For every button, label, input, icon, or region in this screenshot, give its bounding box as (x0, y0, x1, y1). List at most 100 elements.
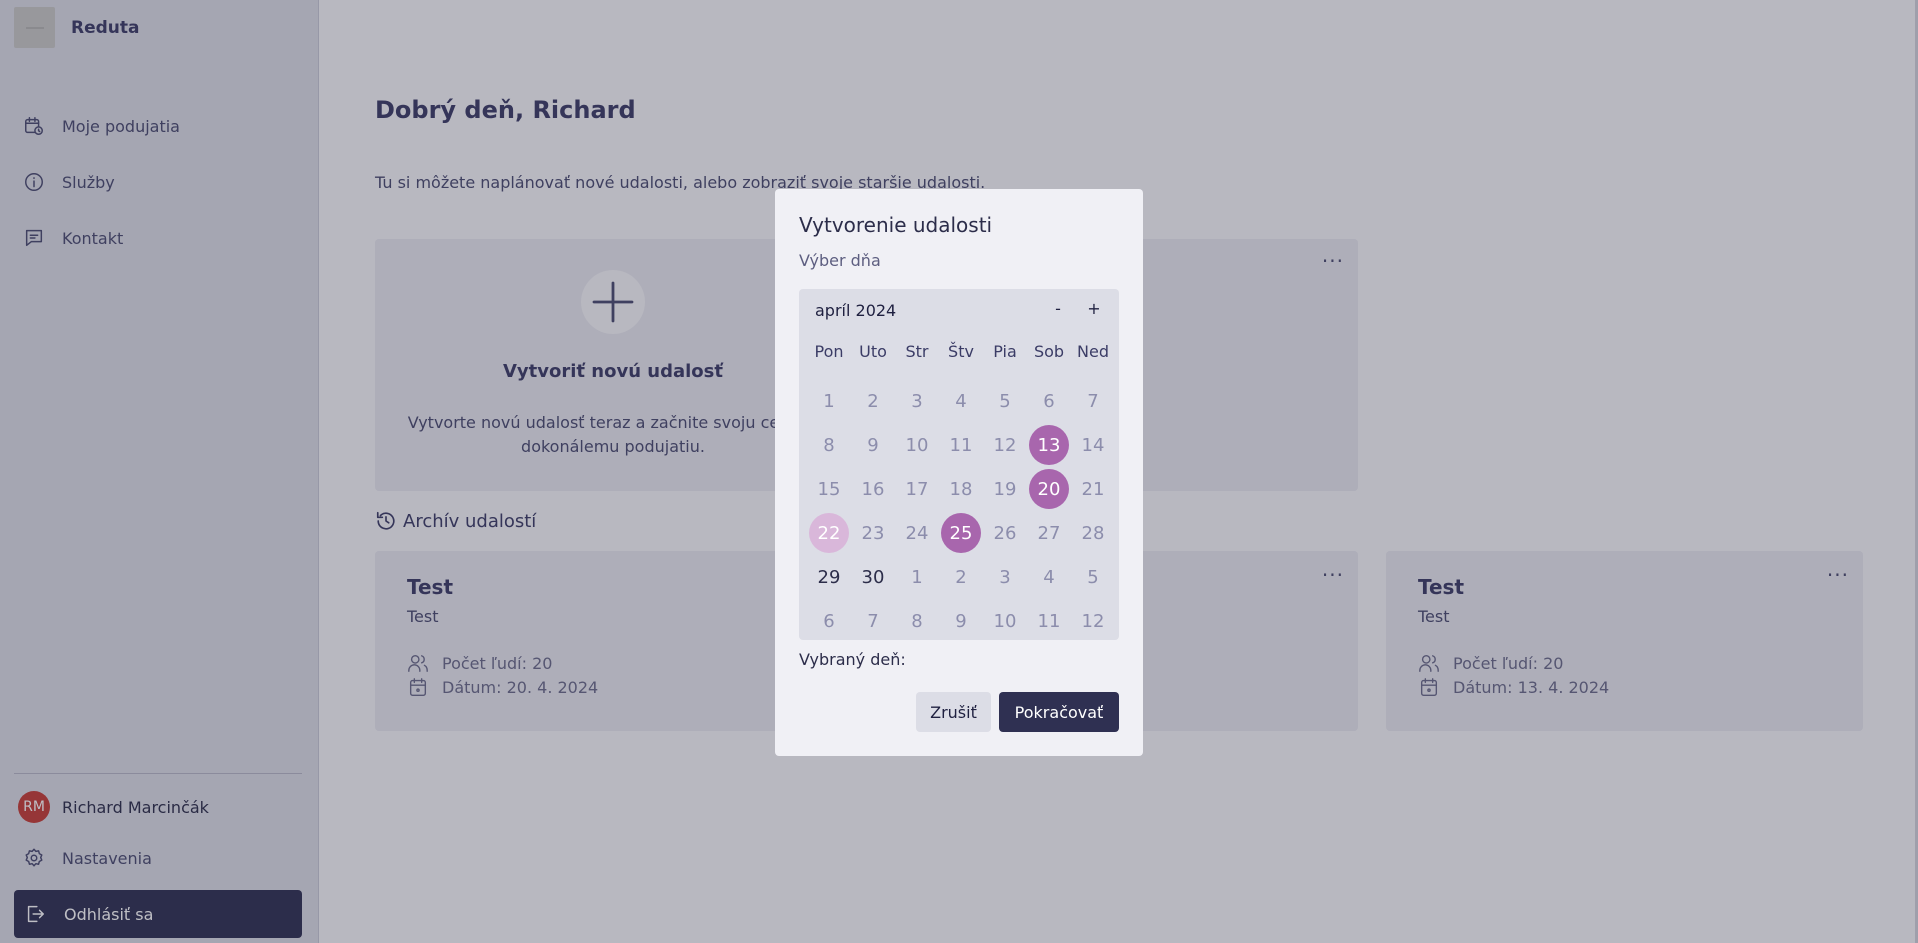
calendar-day[interactable]: 27 (1027, 511, 1071, 555)
calendar-day-number: 5 (1087, 566, 1099, 588)
calendar-day[interactable]: 30 (851, 555, 895, 599)
calendar-day[interactable]: 1 (895, 555, 939, 599)
calendar-day[interactable]: 16 (851, 467, 895, 511)
calendar-day[interactable]: 4 (939, 379, 983, 423)
calendar-day-number: 15 (817, 478, 841, 500)
calendar-day-number: 8 (911, 610, 923, 632)
calendar-day[interactable]: 12 (983, 423, 1027, 467)
calendar-day-number: 23 (861, 522, 885, 544)
calendar-day-number: 17 (905, 478, 929, 500)
calendar-day-number: 6 (1043, 390, 1055, 412)
calendar-day-number: 2 (955, 566, 967, 588)
calendar-day-number: 19 (993, 478, 1017, 500)
calendar-day[interactable]: 2 (851, 379, 895, 423)
calendar-day-number: 4 (1043, 566, 1055, 588)
calendar-day[interactable]: 2 (939, 555, 983, 599)
calendar-day[interactable]: 26 (983, 511, 1027, 555)
calendar-day-number: 13 (1029, 425, 1069, 465)
calendar-day[interactable]: 18 (939, 467, 983, 511)
calendar-day[interactable]: 19 (983, 467, 1027, 511)
calendar-day[interactable]: 21 (1071, 467, 1115, 511)
calendar-day-number: 29 (817, 566, 841, 588)
calendar-day[interactable]: 6 (807, 599, 851, 643)
calendar-day[interactable]: 8 (807, 423, 851, 467)
calendar-day-number: 12 (1081, 610, 1105, 632)
calendar-day-number: 24 (905, 522, 929, 544)
calendar-day-number: 22 (809, 513, 849, 553)
calendar-day-number: 7 (867, 610, 879, 632)
calendar-day[interactable]: 7 (851, 599, 895, 643)
calendar-grid: Pon Uto Str Štv Pia Sob Ned 1 2 3 4 5 6 7 8 9 10 11 12 13 14… (807, 335, 1115, 643)
calendar-day[interactable]: 29 (807, 555, 851, 599)
calendar-day[interactable]: 1 (807, 379, 851, 423)
calendar-day-number: 1 (823, 390, 835, 412)
calendar-day-number: 27 (1037, 522, 1061, 544)
calendar-day[interactable]: 12 (1071, 599, 1115, 643)
calendar-day-number: 11 (1037, 610, 1061, 632)
calendar-day[interactable]: 3 (983, 555, 1027, 599)
weekday-label: Uto (859, 341, 887, 361)
next-month-button[interactable]: + (1086, 299, 1102, 318)
weekday-label: Štv (948, 341, 974, 361)
calendar-month-label: apríl 2024 (815, 301, 897, 320)
calendar-day-number: 30 (861, 566, 885, 588)
modal-subtitle: Výber dňa (799, 251, 881, 270)
weekday-label: Pon (814, 341, 844, 361)
continue-button[interactable]: Pokračovať (999, 692, 1119, 732)
previous-month-button[interactable]: - (1050, 299, 1066, 318)
calendar-day[interactable]: 7 (1071, 379, 1115, 423)
date-picker: apríl 2024 - + Pon Uto Str Štv Pia Sob Ned 1 2 3 4… (799, 289, 1119, 640)
calendar-day-number: 28 (1081, 522, 1105, 544)
calendar-day[interactable]: 3 (895, 379, 939, 423)
calendar-day[interactable]: 4 (1027, 555, 1071, 599)
weekday-label: Sob (1033, 341, 1065, 361)
calendar-day[interactable]: 17 (895, 467, 939, 511)
selected-day-label: Vybraný deň: (799, 650, 906, 669)
calendar-day-number: 25 (941, 513, 981, 553)
calendar-day-number: 9 (867, 434, 879, 456)
calendar-day-number: 14 (1081, 434, 1105, 456)
weekday-label: Ned (1077, 341, 1109, 361)
calendar-day[interactable]: 23 (851, 511, 895, 555)
calendar-day-number: 21 (1081, 478, 1105, 500)
calendar-day[interactable]: 28 (1071, 511, 1115, 555)
calendar-day[interactable]: 24 (895, 511, 939, 555)
calendar-day-number: 7 (1087, 390, 1099, 412)
calendar-day-number: 8 (823, 434, 835, 456)
calendar-day-number: 5 (999, 390, 1011, 412)
calendar-day[interactable]: 5 (983, 379, 1027, 423)
calendar-day[interactable]: 22 (807, 511, 851, 555)
calendar-day-number: 16 (861, 478, 885, 500)
calendar-day[interactable]: 5 (1071, 555, 1115, 599)
cancel-button[interactable]: Zrušiť (916, 692, 991, 732)
calendar-day-number: 2 (867, 390, 879, 412)
calendar-day[interactable]: 15 (807, 467, 851, 511)
calendar-day[interactable]: 9 (939, 599, 983, 643)
calendar-day-number: 12 (993, 434, 1017, 456)
calendar-day-number: 11 (949, 434, 973, 456)
calendar-day-number: 3 (911, 390, 923, 412)
calendar-day-number: 9 (955, 610, 967, 632)
calendar-day[interactable]: 9 (851, 423, 895, 467)
calendar-day-number: 1 (911, 566, 923, 588)
weekday-label: Pia (993, 341, 1017, 361)
calendar-day-number: 26 (993, 522, 1017, 544)
weekday-label: Str (905, 341, 929, 361)
calendar-day[interactable]: 11 (939, 423, 983, 467)
calendar-day-number: 18 (949, 478, 973, 500)
calendar-day[interactable]: 11 (1027, 599, 1071, 643)
calendar-day-number: 3 (999, 566, 1011, 588)
calendar-day-number: 4 (955, 390, 967, 412)
calendar-day[interactable]: 14 (1071, 423, 1115, 467)
calendar-day-number: 10 (993, 610, 1017, 632)
calendar-day[interactable]: 25 (939, 511, 983, 555)
calendar-day[interactable]: 10 (895, 423, 939, 467)
calendar-day[interactable]: 6 (1027, 379, 1071, 423)
calendar-day[interactable]: 10 (983, 599, 1027, 643)
calendar-day[interactable]: 20 (1027, 467, 1071, 511)
calendar-day[interactable]: 13 (1027, 423, 1071, 467)
calendar-day-number: 20 (1029, 469, 1069, 509)
calendar-day-number: 10 (905, 434, 929, 456)
modal-title: Vytvorenie udalosti (799, 213, 993, 237)
calendar-day[interactable]: 8 (895, 599, 939, 643)
